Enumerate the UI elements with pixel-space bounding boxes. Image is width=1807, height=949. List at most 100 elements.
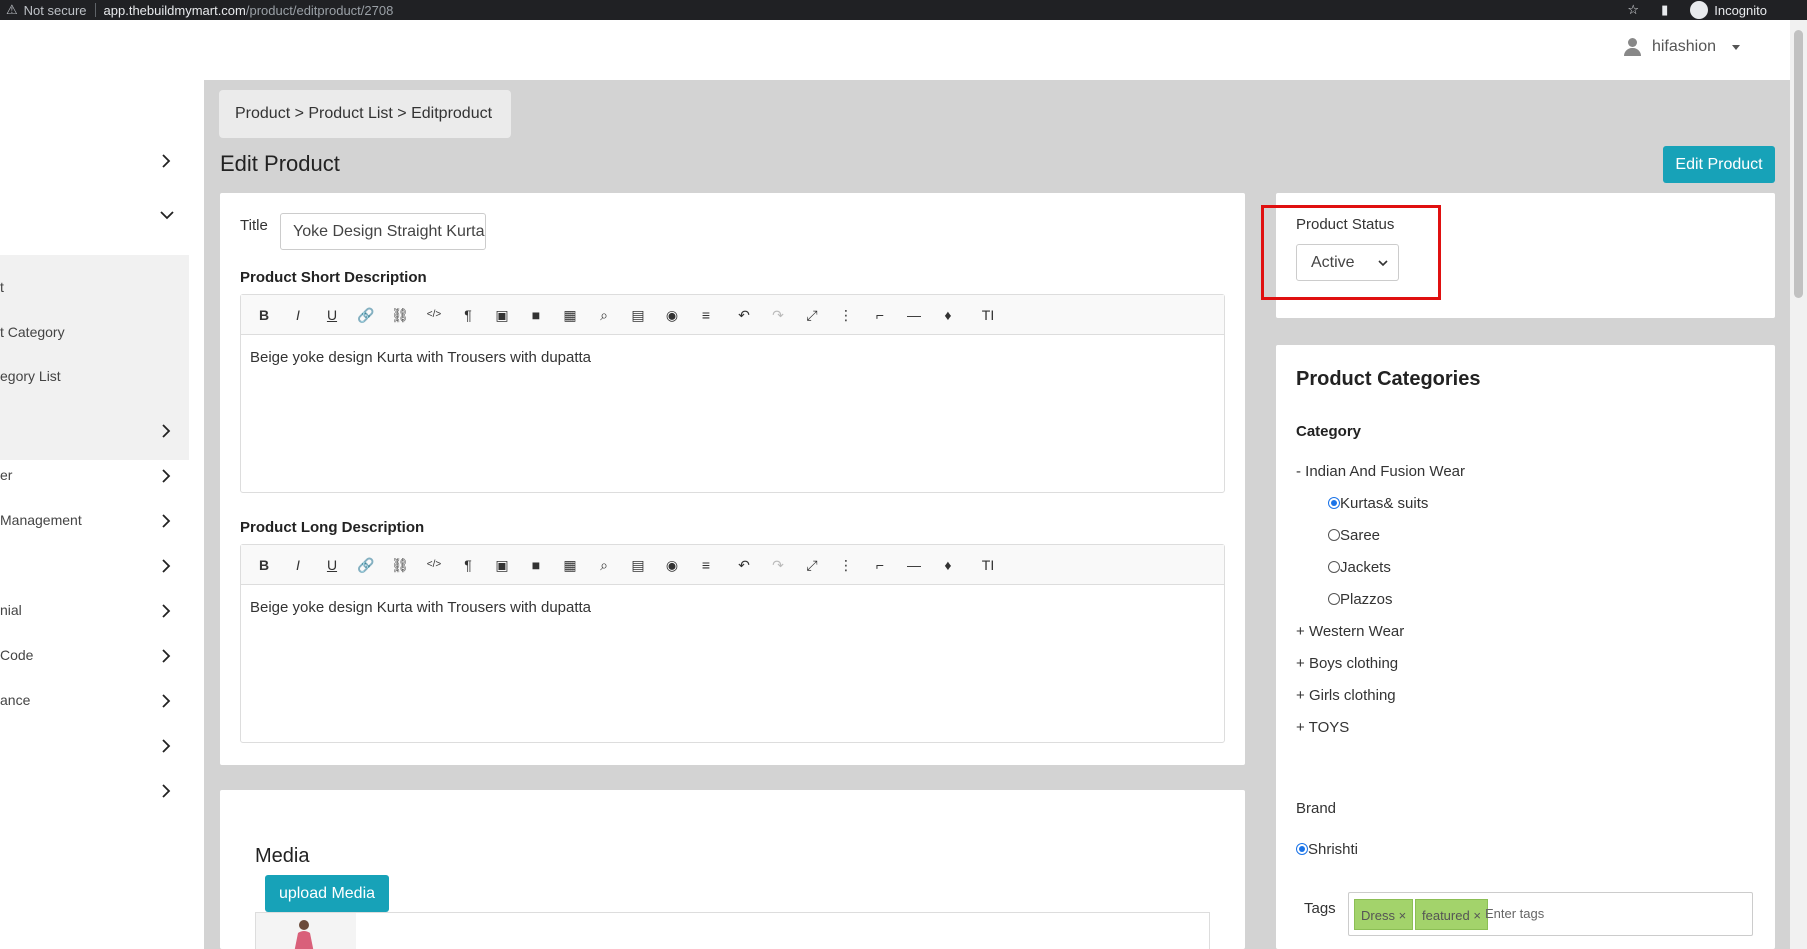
- chevron-right-icon[interactable]: [160, 154, 172, 168]
- expand-icon[interactable]: +: [1296, 719, 1305, 736]
- chevron-right-icon[interactable]: [160, 424, 172, 438]
- edit-product-button[interactable]: Edit Product: [1663, 146, 1775, 183]
- color-icon[interactable]: ♦: [939, 556, 957, 574]
- sidebar-item[interactable]: nial: [0, 602, 22, 618]
- search-icon[interactable]: ⌕: [595, 556, 613, 574]
- radio-icon[interactable]: [1328, 529, 1340, 541]
- undo-icon[interactable]: ↶: [735, 556, 753, 574]
- user-menu[interactable]: hifashion: [1623, 38, 1740, 56]
- preview-icon[interactable]: ◉: [663, 306, 681, 324]
- long-description-content[interactable]: Beige yoke design Kurta with Trousers wi…: [241, 585, 1224, 630]
- chevron-right-icon[interactable]: [160, 514, 172, 528]
- radio-icon[interactable]: [1328, 497, 1340, 509]
- chevron-right-icon[interactable]: [160, 694, 172, 708]
- redo-icon[interactable]: ↷: [769, 306, 787, 324]
- expand-icon[interactable]: +: [1296, 623, 1305, 640]
- radio-selected-icon[interactable]: [1296, 843, 1308, 855]
- sidebar-item[interactable]: egory List: [0, 368, 61, 384]
- title-input[interactable]: Yoke Design Straight Kurta: [280, 213, 486, 250]
- short-description-content[interactable]: Beige yoke design Kurta with Trousers wi…: [241, 335, 1224, 380]
- video-icon[interactable]: ■: [527, 556, 545, 574]
- radio-icon[interactable]: [1328, 593, 1340, 605]
- category-node[interactable]: + Girls clothing: [1296, 687, 1396, 704]
- subcategory-option[interactable]: Saree: [1328, 527, 1380, 544]
- paragraph-icon[interactable]: ¶: [459, 556, 477, 574]
- format-painter-icon[interactable]: ⌐: [871, 556, 889, 574]
- bookmark-star-icon[interactable]: ☆: [1627, 2, 1639, 18]
- expand-icon[interactable]: +: [1296, 687, 1305, 704]
- image-icon[interactable]: ▣: [493, 306, 511, 324]
- url-host[interactable]: app.thebuildmymart.com: [104, 3, 246, 18]
- media-thumbnail[interactable]: [256, 913, 356, 949]
- sidebar-item[interactable]: er: [0, 467, 12, 483]
- chevron-down-icon[interactable]: [160, 209, 174, 221]
- category-node[interactable]: + Western Wear: [1296, 623, 1404, 640]
- subcategory-option[interactable]: Kurtas& suits: [1328, 495, 1428, 512]
- tags-placeholder[interactable]: Enter tags: [1485, 906, 1544, 921]
- chevron-right-icon[interactable]: [160, 649, 172, 663]
- subcategory-option[interactable]: Plazzos: [1328, 591, 1393, 608]
- tag-chip[interactable]: featured ×: [1415, 899, 1488, 930]
- horizontal-rule-icon[interactable]: —: [905, 306, 923, 324]
- underline-icon[interactable]: U: [323, 556, 341, 574]
- sidepanel-icon[interactable]: ▮: [1661, 2, 1668, 18]
- align-icon[interactable]: ≡: [697, 556, 715, 574]
- font-size-icon[interactable]: TI: [979, 556, 997, 574]
- more-icon[interactable]: ⋮: [837, 306, 855, 324]
- tags-input[interactable]: Dress × featured × Enter tags: [1348, 892, 1753, 936]
- bold-icon[interactable]: B: [255, 306, 273, 324]
- chevron-right-icon[interactable]: [160, 469, 172, 483]
- redo-icon[interactable]: ↷: [769, 556, 787, 574]
- page-scrollbar[interactable]: [1790, 20, 1807, 949]
- more-icon[interactable]: ⋮: [837, 556, 855, 574]
- incognito-indicator[interactable]: Incognito: [1690, 1, 1767, 19]
- color-icon[interactable]: ♦: [939, 306, 957, 324]
- link-icon[interactable]: 🔗: [357, 306, 375, 324]
- category-node[interactable]: - Indian And Fusion Wear: [1296, 463, 1465, 480]
- security-indicator[interactable]: ⚠ Not secure: [6, 2, 87, 18]
- bold-icon[interactable]: B: [255, 556, 273, 574]
- breadcrumb[interactable]: Product > Product List > Editproduct: [219, 90, 511, 138]
- radio-icon[interactable]: [1328, 561, 1340, 573]
- horizontal-rule-icon[interactable]: —: [905, 556, 923, 574]
- italic-icon[interactable]: I: [289, 556, 307, 574]
- code-view-icon[interactable]: </>: [425, 306, 443, 324]
- font-size-icon[interactable]: TI: [979, 306, 997, 324]
- expand-icon[interactable]: +: [1296, 655, 1305, 672]
- sidebar-item[interactable]: Code: [0, 647, 33, 663]
- brand-option[interactable]: Shrishti: [1296, 841, 1358, 858]
- chevron-right-icon[interactable]: [160, 604, 172, 618]
- sidebar-item[interactable]: Management: [0, 512, 82, 528]
- table-icon[interactable]: ▦: [561, 306, 579, 324]
- chevron-right-icon[interactable]: [160, 739, 172, 753]
- upload-media-button[interactable]: upload Media: [265, 875, 389, 912]
- unlink-icon[interactable]: ⛓: [391, 306, 409, 324]
- collapse-icon[interactable]: -: [1296, 463, 1301, 480]
- underline-icon[interactable]: U: [323, 306, 341, 324]
- italic-icon[interactable]: I: [289, 306, 307, 324]
- sidebar-item[interactable]: ance: [0, 692, 30, 708]
- subcategory-option[interactable]: Jackets: [1328, 559, 1391, 576]
- chevron-right-icon[interactable]: [160, 559, 172, 573]
- unlink-icon[interactable]: ⛓: [391, 556, 409, 574]
- scrollbar-thumb[interactable]: [1794, 30, 1803, 298]
- template-icon[interactable]: ▤: [629, 556, 647, 574]
- category-node[interactable]: + Boys clothing: [1296, 655, 1398, 672]
- sidebar-item[interactable]: t Category: [0, 324, 65, 340]
- video-icon[interactable]: ■: [527, 306, 545, 324]
- fullscreen-icon[interactable]: ⤢: [803, 556, 821, 574]
- category-node[interactable]: + TOYS: [1296, 719, 1349, 736]
- chevron-right-icon[interactable]: [160, 784, 172, 798]
- align-icon[interactable]: ≡: [697, 306, 715, 324]
- template-icon[interactable]: ▤: [629, 306, 647, 324]
- fullscreen-icon[interactable]: ⤢: [803, 306, 821, 324]
- code-view-icon[interactable]: </>: [425, 556, 443, 574]
- table-icon[interactable]: ▦: [561, 556, 579, 574]
- url-path[interactable]: /product/editproduct/2708: [246, 3, 393, 18]
- format-painter-icon[interactable]: ⌐: [871, 306, 889, 324]
- search-icon[interactable]: ⌕: [595, 306, 613, 324]
- sidebar-item[interactable]: t: [0, 279, 4, 295]
- preview-icon[interactable]: ◉: [663, 556, 681, 574]
- tag-chip[interactable]: Dress ×: [1354, 899, 1414, 930]
- paragraph-icon[interactable]: ¶: [459, 306, 477, 324]
